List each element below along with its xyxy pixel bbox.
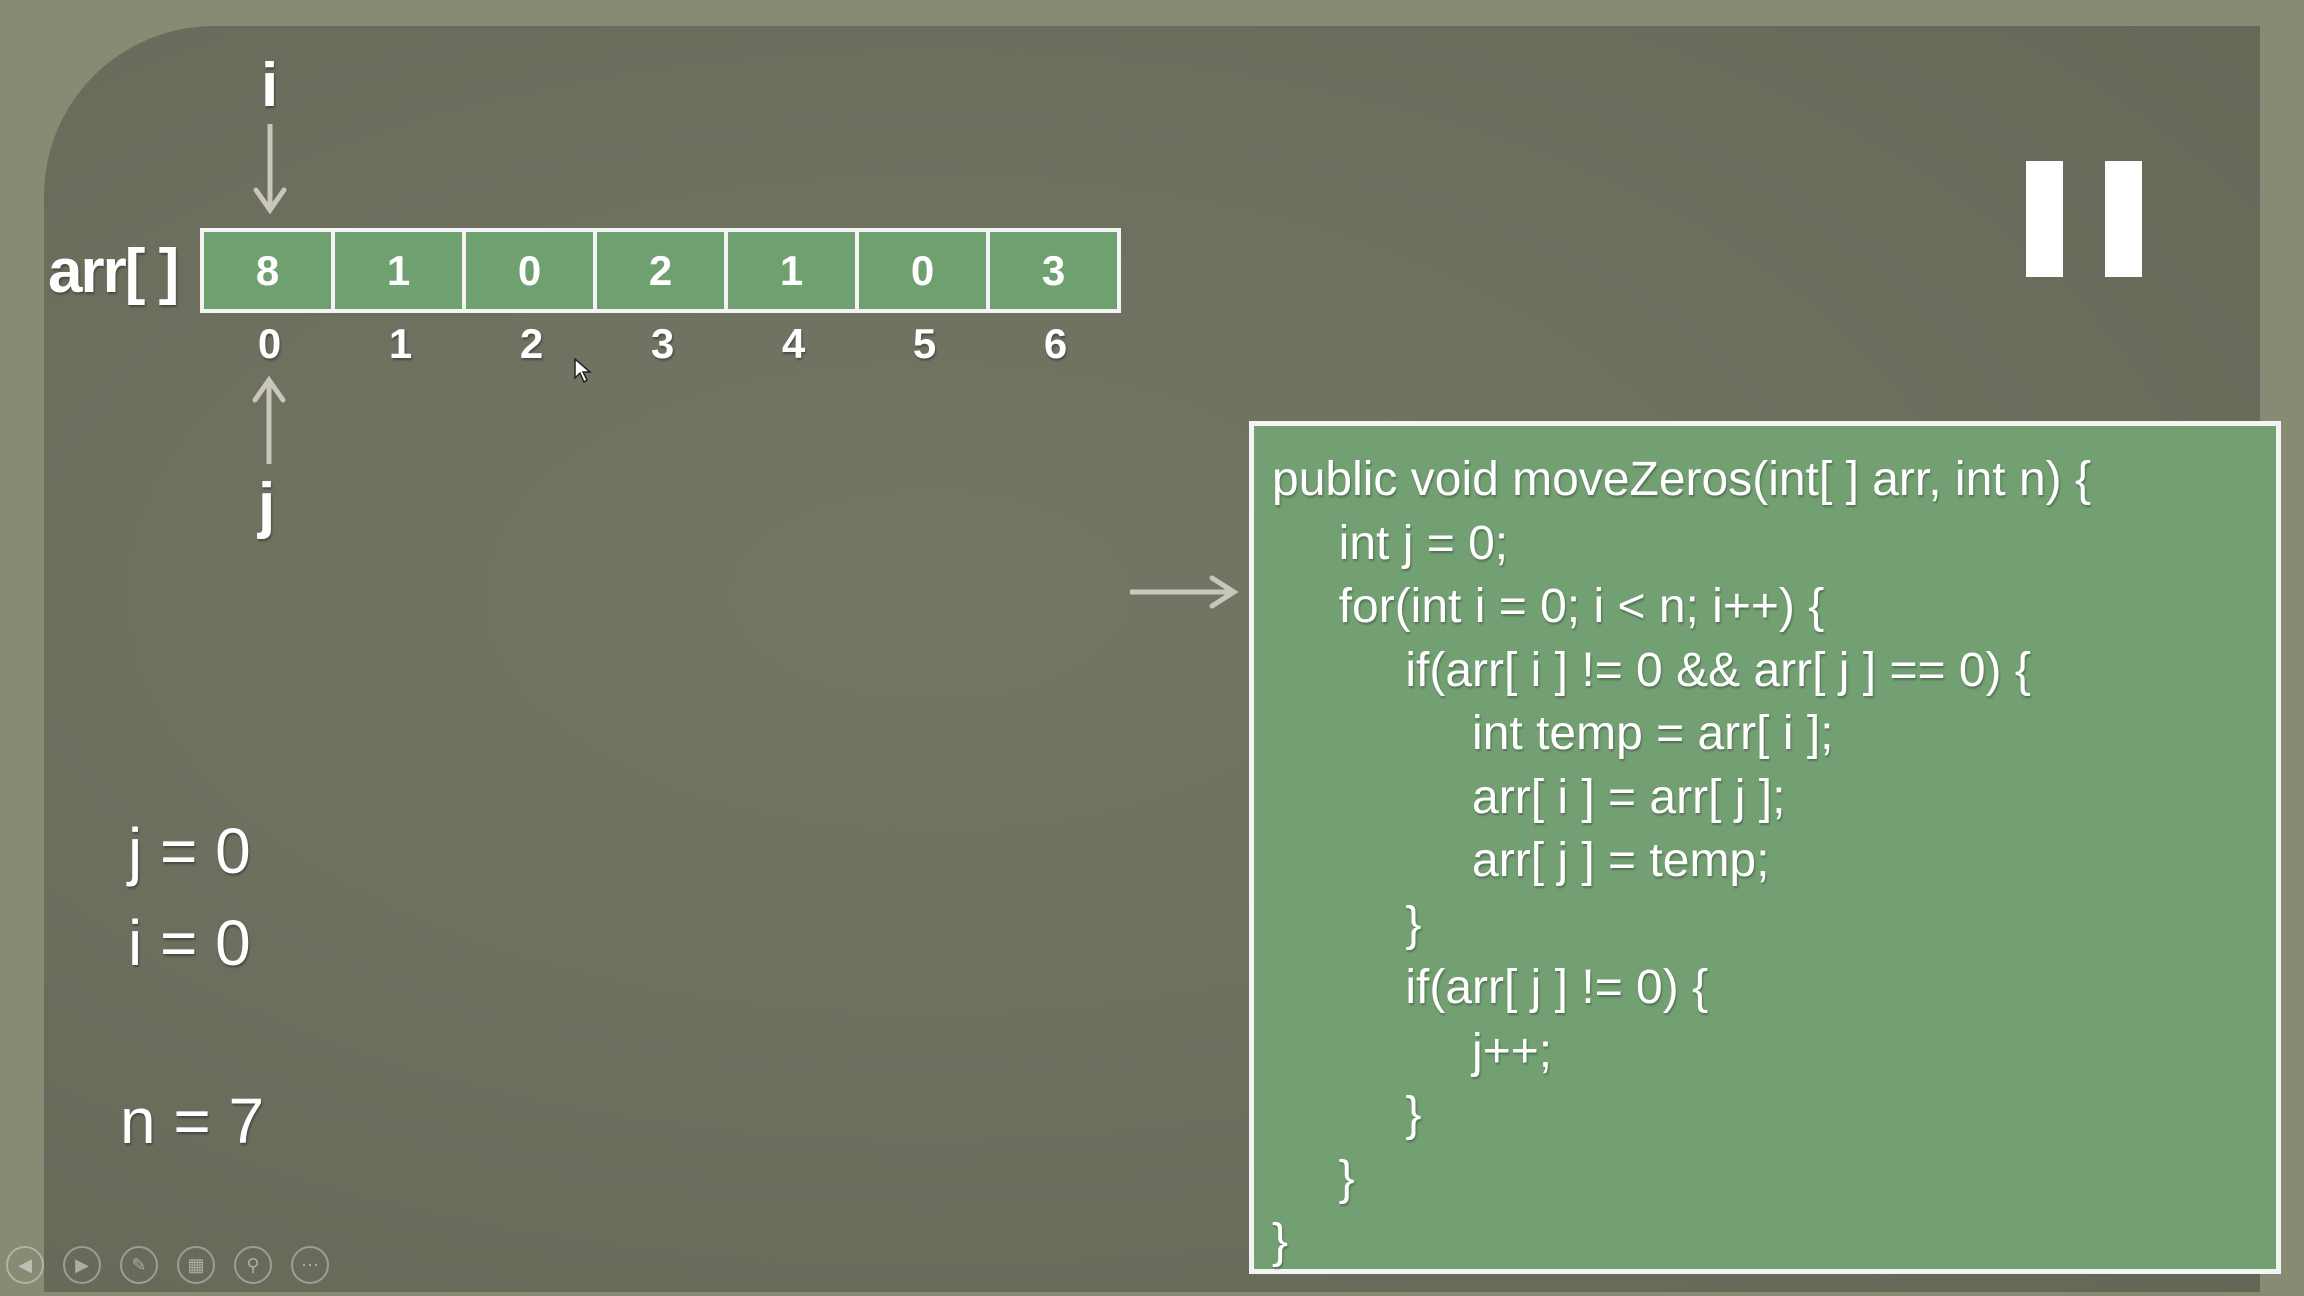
pointer-j-label: j (258, 471, 276, 540)
array-index: 6 (1043, 320, 1068, 367)
array-index: 1 (388, 320, 413, 367)
code-panel: public void moveZeros(int[ ] arr, int n)… (1249, 421, 2281, 1274)
mouse-cursor-icon (574, 358, 592, 384)
code-line: } (1272, 1151, 1355, 1205)
array-index: 0 (257, 320, 282, 367)
array-cell: 1 (728, 232, 855, 309)
slides-icon[interactable]: ▦ (177, 1246, 215, 1284)
next-icon[interactable]: ▶ (63, 1246, 101, 1284)
code-pointer-arrow (1130, 575, 1238, 609)
code-line: int temp = arr[ i ]; (1272, 707, 1834, 760)
code-line: public void moveZeros(int[ ] arr, int n)… (1272, 453, 2091, 506)
code-line: if(arr[ i ] != 0 && arr[ j ] == 0) { (1272, 643, 2031, 697)
array-index: 4 (781, 320, 806, 367)
code-line: j++; (1272, 1024, 1553, 1078)
code-line: arr[ j ] = temp; (1272, 834, 1770, 887)
pointer-i-arrow (253, 124, 287, 215)
code-line: int j = 0; (1272, 516, 1509, 570)
code-line: if(arr[ j ] != 0) { (1272, 961, 1709, 1014)
code-line: } (1272, 1088, 1422, 1141)
code-line: arr[ i ] = arr[ j ]; (1272, 770, 1786, 824)
previous-icon[interactable]: ◀ (6, 1246, 44, 1284)
array-index: 3 (650, 320, 675, 367)
pointer-i-label: i (261, 51, 279, 120)
variable-i: i = 0 (128, 907, 251, 979)
variable-n: n = 7 (120, 1085, 265, 1157)
more-icon[interactable]: ⋯ (291, 1246, 329, 1284)
array-cell: 0 (466, 232, 593, 309)
code-line: } (1272, 1215, 1289, 1268)
array-cell: 8 (204, 232, 331, 309)
array-cell: 3 (990, 232, 1117, 309)
zoom-icon[interactable]: ⚲ (234, 1246, 272, 1284)
code-line: } (1272, 897, 1422, 951)
code-line: for(int i = 0; i < n; i++) { (1272, 580, 1825, 633)
array-cell: 1 (335, 232, 462, 309)
array-label: arr[ ] (48, 237, 179, 306)
variable-j: j = 0 (128, 815, 251, 887)
slideshow-controls: ◀ ▶ ✎ ▦ ⚲ ⋯ (6, 1246, 348, 1284)
pen-icon[interactable]: ✎ (120, 1246, 158, 1284)
array-cell: 2 (597, 232, 724, 309)
pointer-j-arrow (252, 376, 286, 464)
array-cell: 0 (859, 232, 986, 309)
array-index: 5 (912, 320, 937, 367)
array-cells: 8 1 0 2 1 0 3 (200, 228, 1121, 313)
pause-icon[interactable] (2026, 161, 2142, 277)
array-indices: 0 1 2 3 4 5 6 (204, 320, 1121, 368)
